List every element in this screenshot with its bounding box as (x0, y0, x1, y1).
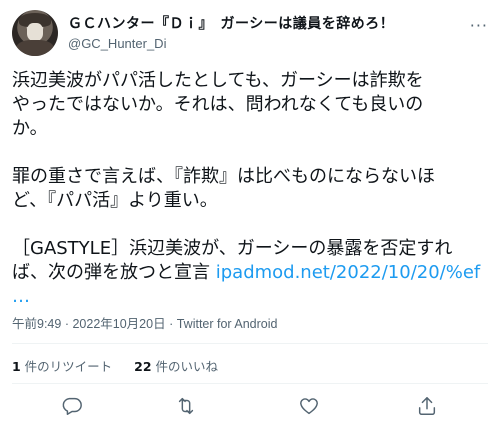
retweets-label: 件のリツイート (20, 359, 113, 374)
author-names: ＧＣハンター『Ｄｉ』 ガーシーは議員を辞めろ！ @GC_Hunter_Di (68, 13, 394, 51)
like-icon[interactable] (298, 395, 320, 417)
tweet-line: 浜辺美波がパパ活したとしても、ガーシーは詐欺を (12, 70, 424, 91)
tweet-actions (0, 391, 500, 421)
user-handle[interactable]: @GC_Hunter_Di (68, 36, 394, 51)
tweet-line: … (12, 285, 488, 309)
tweet-stats: 1 件のリツイート 22 件のいいね (12, 356, 236, 375)
divider (12, 383, 488, 384)
tweet-line: ど、『パパ活』より重い。 (12, 190, 218, 211)
likes-stat[interactable]: 22 件のいいね (134, 359, 218, 374)
more-options-icon[interactable]: ··· (470, 16, 488, 35)
retweets-count: 1 (12, 359, 21, 374)
avatar-face (27, 23, 43, 41)
meta-separator: · (169, 317, 177, 331)
tweet-date[interactable]: 2022年10月20日 (72, 317, 165, 331)
avatar[interactable] (12, 10, 58, 56)
retweets-stat[interactable]: 1 件のリツイート (12, 359, 112, 374)
avatar-coat (16, 40, 54, 56)
tweet-time[interactable]: 午前9:49 (12, 317, 61, 331)
tweet-line: やったではないか。それは、問われなくても良いの (12, 94, 424, 115)
likes-count: 22 (134, 359, 152, 374)
likes-label: 件のいいね (151, 359, 219, 374)
display-name[interactable]: ＧＣハンター『Ｄｉ』 ガーシーは議員を辞めろ！ (68, 13, 394, 33)
tweet-line: ば、次の弾を放つと宣言 ipadmod.net/2022/10/20/%ef (12, 261, 488, 285)
divider (12, 343, 488, 344)
tweet-header: ＧＣハンター『Ｄｉ』 ガーシーは議員を辞めろ！ @GC_Hunter_Di ··… (12, 10, 488, 58)
article-link-ellipsis[interactable]: … (12, 286, 30, 307)
tweet-line: ［GASTYLE］浜辺美波が、ガーシーの暴露を否定すれ (12, 238, 453, 259)
tweet-meta: 午前9:49 · 2022年10月20日 · Twitter for Andro… (12, 313, 277, 332)
share-icon[interactable] (416, 395, 438, 417)
tweet-line-text: ば、次の弾を放つと宣言 (12, 262, 216, 283)
tweet-line: か。 (12, 118, 48, 139)
reply-icon[interactable] (61, 395, 83, 417)
tweet-line: 罪の重さで言えば、『詐欺』は比べものにならないほ (12, 166, 435, 187)
article-link[interactable]: ipadmod.net/2022/10/20/%ef (216, 262, 481, 283)
tweet-text: 浜辺美波がパパ活したとしても、ガーシーは詐欺を やったではないか。それは、問われ… (12, 69, 488, 309)
tweet-source[interactable]: Twitter for Android (177, 317, 278, 331)
retweet-icon[interactable] (175, 395, 197, 417)
